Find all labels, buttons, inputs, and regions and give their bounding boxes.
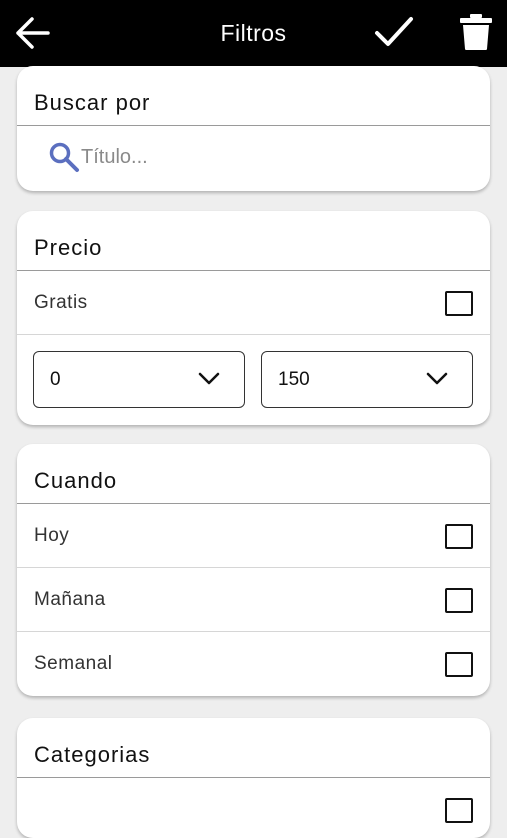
category-row[interactable] — [17, 778, 490, 838]
when-option-label: Semanal — [34, 653, 113, 674]
search-input[interactable] — [81, 141, 461, 173]
trash-icon[interactable] — [459, 13, 493, 51]
search-heading: Buscar por — [17, 66, 490, 126]
today-checkbox[interactable] — [445, 524, 473, 549]
free-option-label: Gratis — [34, 292, 88, 313]
free-option-row[interactable]: Gratis — [17, 271, 490, 335]
apply-check-icon[interactable] — [374, 15, 414, 49]
price-max-select[interactable]: 150 — [261, 351, 473, 408]
categories-card: Categorias — [17, 718, 490, 838]
when-heading: Cuando — [17, 444, 490, 504]
chevron-down-icon — [198, 372, 220, 385]
category-checkbox[interactable] — [445, 798, 473, 823]
price-heading: Precio — [17, 211, 490, 271]
price-range: 0 150 — [17, 335, 490, 425]
page-title: Filtros — [220, 20, 287, 46]
top-app-bar: Filtros — [0, 0, 507, 67]
when-option-label: Mañana — [34, 589, 106, 610]
when-option-label: Hoy — [34, 525, 70, 546]
search-card: Buscar por — [17, 66, 490, 191]
chevron-down-icon — [426, 372, 448, 385]
price-max-value: 150 — [278, 369, 310, 390]
when-option-weekly[interactable]: Semanal — [17, 632, 490, 696]
search-icon — [49, 142, 79, 172]
categories-heading: Categorias — [17, 718, 490, 778]
when-option-tomorrow[interactable]: Mañana — [17, 568, 490, 632]
free-checkbox[interactable] — [445, 291, 473, 316]
price-min-value: 0 — [50, 369, 61, 390]
tomorrow-checkbox[interactable] — [445, 588, 473, 613]
weekly-checkbox[interactable] — [445, 652, 473, 677]
when-card: Cuando Hoy Mañana Semanal — [17, 444, 490, 696]
search-row — [17, 126, 490, 189]
when-option-today[interactable]: Hoy — [17, 504, 490, 568]
price-card: Precio Gratis 0 150 — [17, 211, 490, 425]
price-min-select[interactable]: 0 — [33, 351, 245, 408]
